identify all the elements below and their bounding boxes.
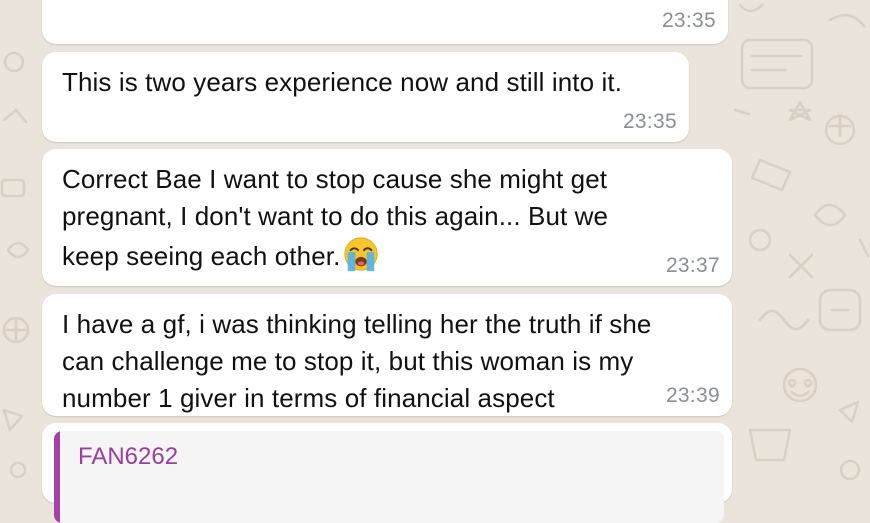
message-timestamp: 23:39 bbox=[665, 384, 720, 407]
message-text: I have a gf, i was thinking telling her … bbox=[62, 309, 652, 413]
quote-accent-bar bbox=[54, 431, 60, 523]
message-text: This is two years experience now and sti… bbox=[62, 67, 623, 97]
reply-message-bubble[interactable]: FAN6262 bbox=[42, 423, 732, 523]
message-bubble[interactable]: This is two years experience now and sti… bbox=[42, 52, 689, 142]
message-text: Correct Bae I want to stop cause she mig… bbox=[62, 164, 609, 271]
message-bubble[interactable]: Correct Bae I want to stop cause she mig… bbox=[42, 149, 732, 286]
message-text-wrapper: Correct Bae I want to stop cause she mig… bbox=[62, 161, 608, 275]
chat-message-list[interactable]: 23:35 This is two years experience now a… bbox=[0, 0, 870, 523]
message-bubble[interactable]: 23:35 bbox=[42, 0, 728, 44]
loudly-crying-face-icon bbox=[344, 237, 379, 272]
message-timestamp: 23:37 bbox=[665, 254, 720, 277]
message-timestamp: 23:35 bbox=[661, 9, 716, 32]
quoted-sender-name: FAN6262 bbox=[78, 443, 179, 470]
message-bubble[interactable]: I have a gf, i was thinking telling her … bbox=[42, 294, 732, 416]
message-timestamp: 23:35 bbox=[622, 110, 677, 133]
quoted-message[interactable]: FAN6262 bbox=[54, 431, 724, 523]
